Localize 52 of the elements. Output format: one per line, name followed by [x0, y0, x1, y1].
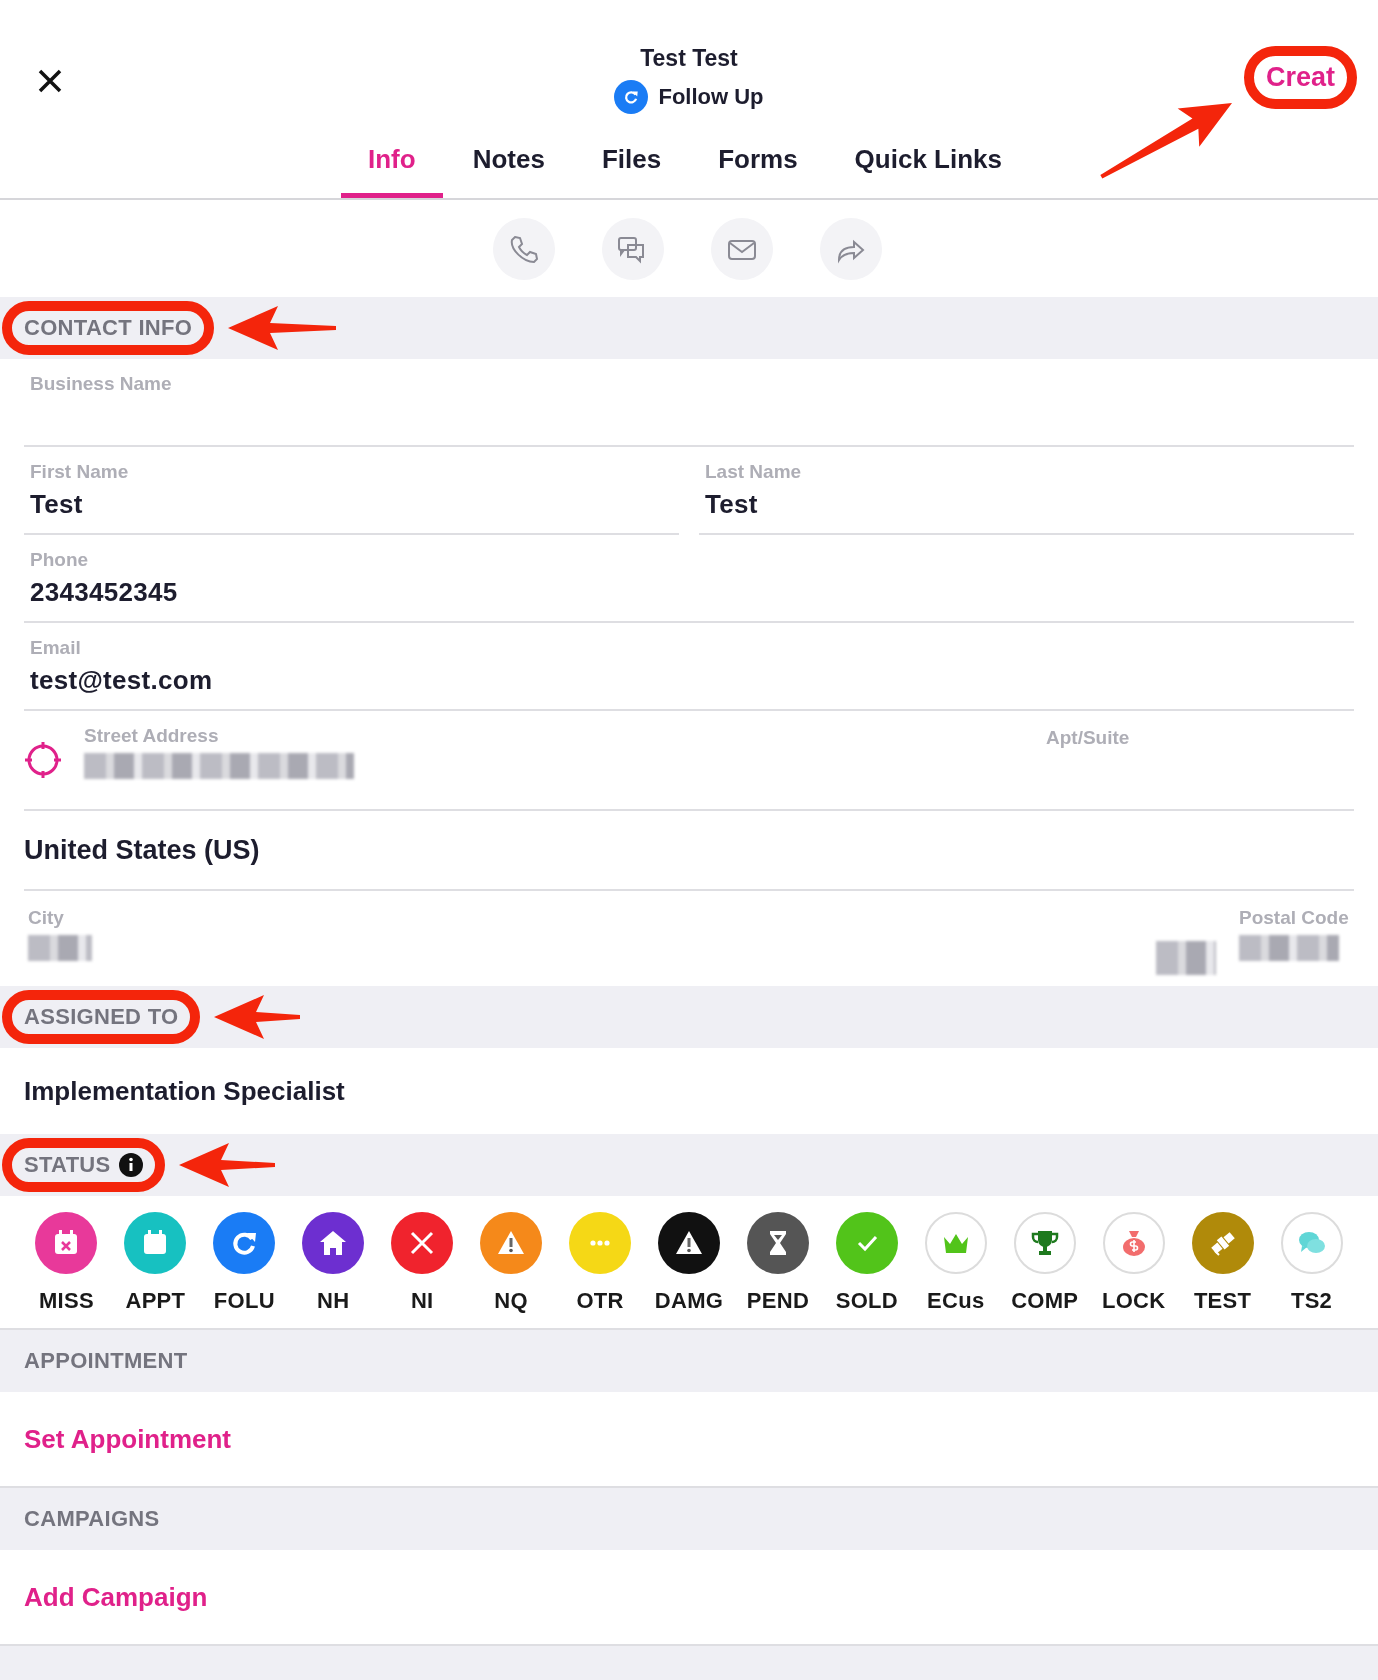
field-label: First Name	[30, 461, 130, 483]
input-field[interactable]: Last Name Test	[699, 447, 1354, 535]
status-label: FOLU	[213, 1288, 275, 1314]
dots-icon	[590, 1240, 611, 1246]
section-title: ASSIGNED TO	[24, 1004, 179, 1030]
country-value: United States (US)	[24, 834, 260, 866]
field-label: Street Address	[84, 725, 220, 747]
create-button[interactable]: Creat	[1265, 62, 1335, 93]
section-title: APPOINTMENT	[24, 1348, 188, 1374]
status-label: NQ	[494, 1288, 528, 1314]
action-link[interactable]: Set Appointment	[24, 1423, 232, 1455]
status-label: MISS	[38, 1288, 94, 1314]
input-field[interactable]: Phone 2343452345	[24, 535, 1354, 623]
field-label: City	[28, 907, 65, 929]
tab[interactable]: Files	[574, 132, 689, 198]
info-icon[interactable]	[118, 1153, 143, 1177]
tab[interactable]: Forms	[691, 132, 825, 198]
status-label: Follow Up	[658, 84, 764, 110]
field-label: Email	[30, 637, 82, 659]
close-icon[interactable]	[38, 69, 62, 93]
field-value: Test	[705, 489, 759, 520]
status-label: COMP	[1011, 1288, 1079, 1314]
field-label: Business Name	[30, 373, 173, 395]
field-label: Apt/Suite	[1046, 727, 1131, 749]
action-link[interactable]: Add Campaign	[24, 1581, 208, 1613]
contact-name: Test Test	[640, 45, 738, 72]
field-value: test@test.com	[30, 665, 214, 696]
status-label: SOLD	[835, 1288, 898, 1314]
section-title: STATUS	[24, 1152, 111, 1178]
status-label: TS2	[1290, 1288, 1333, 1314]
status-label: PEND	[746, 1288, 810, 1314]
status-label: NH	[317, 1288, 350, 1314]
assignee-value: Implementation Specialist	[24, 1075, 345, 1107]
status-label: APPT	[125, 1288, 186, 1314]
input-field[interactable]: First Name Test	[24, 447, 679, 535]
input-field[interactable]: Email test@test.com	[24, 623, 1354, 711]
status-label: TEST	[1193, 1288, 1252, 1314]
section-title: CAMPAIGNS	[24, 1506, 160, 1532]
status-label: LOCK	[1101, 1288, 1166, 1314]
field-value: Test	[30, 489, 84, 520]
field-label: Postal Code	[1239, 907, 1350, 929]
status-label: OTR	[576, 1288, 624, 1314]
status-label: NI	[410, 1288, 434, 1314]
field-label: Last Name	[705, 461, 803, 483]
location-target-icon[interactable]	[24, 741, 62, 779]
tab[interactable]: Notes	[445, 132, 572, 198]
field-value: 2343452345	[30, 577, 179, 608]
status-label: ECus	[927, 1288, 985, 1314]
field-label: Phone	[30, 549, 90, 571]
tab[interactable]: Quick Links	[827, 132, 1029, 198]
section-title: CONTACT INFO	[24, 315, 193, 341]
status-label: DAMG	[654, 1288, 724, 1314]
